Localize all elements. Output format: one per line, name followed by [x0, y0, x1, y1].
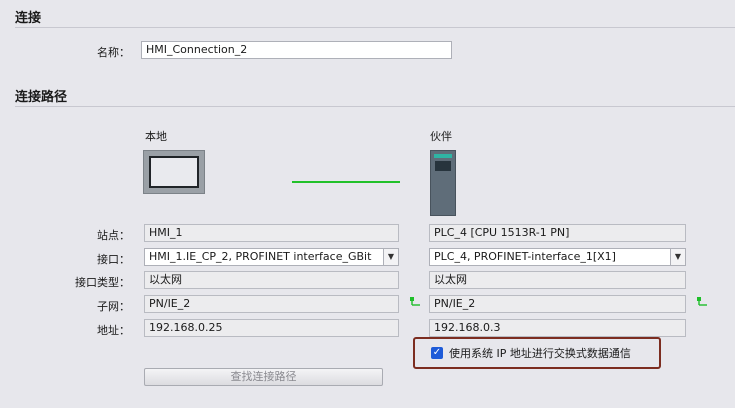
- local-subnet-field: PN/IE_2: [144, 295, 399, 313]
- connection-line: [292, 181, 400, 183]
- local-title: 本地: [145, 130, 167, 143]
- address-label: 地址：: [97, 324, 130, 337]
- partner-interface-dropdown[interactable]: PLC_4, PROFINET-interface_1[X1] ▼: [429, 248, 686, 266]
- connection-name-input[interactable]: HMI_Connection_2: [141, 41, 452, 59]
- local-station-field: HMI_1: [144, 224, 399, 242]
- section-heading-connection: 连接: [15, 11, 42, 26]
- local-interface-value: HMI_1.IE_CP_2, PROFINET interface_GBit: [149, 250, 372, 263]
- hmi-panel-icon: [143, 150, 205, 194]
- system-ip-checkbox-highlight: ✓ 使用系统 IP 地址进行交换式数据通信: [413, 337, 661, 369]
- section-heading-connection-path: 连接路径: [15, 90, 68, 105]
- partner-address-field: 192.168.0.3: [429, 319, 686, 337]
- system-ip-checkbox-label[interactable]: 使用系统 IP 地址进行交换式数据通信: [449, 345, 631, 361]
- local-address-field: 192.168.0.25: [144, 319, 399, 337]
- plc-status-strip: [434, 154, 452, 158]
- local-interface-dropdown[interactable]: HMI_1.IE_CP_2, PROFINET interface_GBit ▼: [144, 248, 399, 266]
- local-interface-type-field: 以太网: [144, 271, 399, 289]
- interface-type-label: 接口类型：: [75, 276, 130, 289]
- interface-label: 接口：: [97, 253, 130, 266]
- dropdown-arrow-icon[interactable]: ▼: [670, 249, 685, 265]
- plc-display: [435, 161, 451, 171]
- subnet-icon: [410, 297, 420, 306]
- station-label: 站点：: [97, 229, 130, 242]
- subnet-label: 子网：: [97, 300, 130, 313]
- subnet-icon: [697, 297, 707, 306]
- section-divider: [15, 106, 735, 107]
- name-label: 名称：: [97, 46, 130, 59]
- section-divider: [15, 27, 735, 28]
- partner-subnet-field: PN/IE_2: [429, 295, 686, 313]
- dropdown-arrow-icon[interactable]: ▼: [383, 249, 398, 265]
- checkmark-icon[interactable]: ✓: [431, 347, 443, 359]
- partner-station-field: PLC_4 [CPU 1513R-1 PN]: [429, 224, 686, 242]
- plc-cpu-icon: [430, 150, 456, 216]
- hmi-screen: [149, 156, 199, 188]
- find-connection-path-button[interactable]: 查找连接路径: [144, 368, 383, 386]
- partner-title: 伙伴: [430, 130, 452, 143]
- partner-interface-value: PLC_4, PROFINET-interface_1[X1]: [434, 250, 616, 263]
- partner-interface-type-field: 以太网: [429, 271, 686, 289]
